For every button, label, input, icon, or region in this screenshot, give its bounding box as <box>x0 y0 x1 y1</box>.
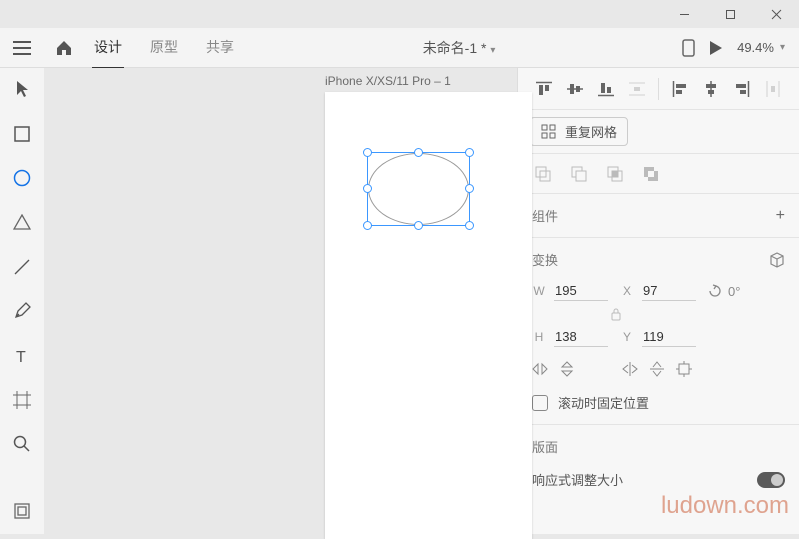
boolean-ops-row <box>518 154 799 194</box>
rotation-control[interactable]: 0° <box>708 281 740 301</box>
tab-design[interactable]: 设计 <box>92 27 124 69</box>
union-icon[interactable] <box>530 161 556 187</box>
responsive-resize-icon[interactable] <box>676 361 692 377</box>
properties-panel: 重复网格 组件 + 变换 W <box>517 68 799 534</box>
rotate-icon <box>708 284 722 298</box>
pen-tool[interactable] <box>8 300 36 322</box>
tab-prototype[interactable]: 原型 <box>148 27 180 69</box>
rotation-value: 0° <box>728 284 740 299</box>
chevron-down-icon: ▾ <box>490 45 495 56</box>
chevron-down-icon: ▾ <box>780 42 785 53</box>
window-titlebar <box>0 0 799 28</box>
3d-transform-icon[interactable] <box>769 252 785 268</box>
zoom-dropdown[interactable]: 49.4% ▾ <box>737 40 785 55</box>
assets-panel-button[interactable] <box>8 500 36 522</box>
align-hcenter-icon[interactable] <box>698 75 725 103</box>
flip-h2-icon[interactable] <box>622 362 638 376</box>
artboard[interactable] <box>325 92 532 539</box>
flip-h-icon[interactable] <box>532 362 548 376</box>
hamburger-menu-button[interactable] <box>0 41 44 55</box>
tab-share[interactable]: 共享 <box>204 27 236 69</box>
exclude-icon[interactable] <box>638 161 664 187</box>
component-section: 组件 + <box>518 194 799 238</box>
left-toolbar: T <box>0 68 44 534</box>
line-tool[interactable] <box>8 256 36 278</box>
lock-aspect-button[interactable] <box>610 307 785 321</box>
responsive-resize-toggle[interactable] <box>757 472 785 488</box>
resize-handle-br[interactable] <box>465 221 474 230</box>
flip-v2-icon[interactable] <box>650 361 664 377</box>
window-close-button[interactable] <box>753 0 799 28</box>
distribute-h-icon[interactable] <box>760 75 787 103</box>
zoom-value: 49.4% <box>737 40 774 55</box>
layout-section: 版面 响应式调整大小 <box>518 425 799 501</box>
artboard-label[interactable]: iPhone X/XS/11 Pro – 1 <box>325 74 451 88</box>
x-label: X <box>620 284 634 298</box>
fix-scroll-checkbox[interactable] <box>532 395 548 411</box>
transform-section-title: 变换 <box>532 250 558 269</box>
width-label: W <box>532 284 546 298</box>
grid-icon <box>541 124 557 140</box>
repeat-grid-label: 重复网格 <box>565 122 617 141</box>
svg-text:T: T <box>16 349 26 364</box>
height-input[interactable] <box>554 327 608 347</box>
polygon-tool[interactable] <box>8 211 36 233</box>
subtract-icon[interactable] <box>566 161 592 187</box>
add-component-button[interactable]: + <box>776 207 785 225</box>
align-right-icon[interactable] <box>729 75 756 103</box>
mode-tabs: 设计 原型 共享 <box>92 27 236 69</box>
align-toolbar <box>518 68 799 110</box>
ellipse-tool[interactable] <box>8 167 36 189</box>
canvas-area[interactable]: iPhone X/XS/11 Pro – 1 <box>44 68 517 534</box>
select-tool[interactable] <box>8 78 36 100</box>
y-input[interactable] <box>642 327 696 347</box>
fix-scroll-label: 滚动时固定位置 <box>558 393 649 412</box>
rectangle-tool[interactable] <box>8 122 36 144</box>
resize-handle-tl[interactable] <box>363 148 372 157</box>
y-label: Y <box>620 330 634 344</box>
ellipse-shape[interactable] <box>368 153 469 225</box>
align-top-icon[interactable] <box>530 75 557 103</box>
align-left-icon[interactable] <box>667 75 694 103</box>
align-vcenter-icon[interactable] <box>561 75 588 103</box>
responsive-resize-label: 响应式调整大小 <box>532 470 623 489</box>
window-maximize-button[interactable] <box>707 0 753 28</box>
component-section-title: 组件 <box>532 206 558 225</box>
window-minimize-button[interactable] <box>661 0 707 28</box>
resize-handle-bl[interactable] <box>363 221 372 230</box>
align-bottom-icon[interactable] <box>592 75 619 103</box>
transform-section: 变换 W X 0° H Y <box>518 238 799 425</box>
repeat-grid-button[interactable]: 重复网格 <box>530 117 628 146</box>
flip-v-icon[interactable] <box>560 361 574 377</box>
width-input[interactable] <box>554 281 608 301</box>
resize-handle-tr[interactable] <box>465 148 474 157</box>
layout-section-title: 版面 <box>532 437 558 456</box>
document-title[interactable]: 未命名-1 * ▾ <box>236 38 682 58</box>
text-tool[interactable]: T <box>8 344 36 366</box>
height-label: H <box>532 330 546 344</box>
play-button[interactable] <box>709 40 723 56</box>
zoom-tool[interactable] <box>8 433 36 455</box>
x-input[interactable] <box>642 281 696 301</box>
home-button[interactable] <box>44 40 84 56</box>
device-preview-button[interactable] <box>682 39 695 57</box>
intersect-icon[interactable] <box>602 161 628 187</box>
artboard-tool[interactable] <box>8 389 36 411</box>
top-toolbar: 设计 原型 共享 未命名-1 * ▾ 49.4% ▾ <box>0 28 799 68</box>
distribute-v-icon[interactable] <box>623 75 650 103</box>
